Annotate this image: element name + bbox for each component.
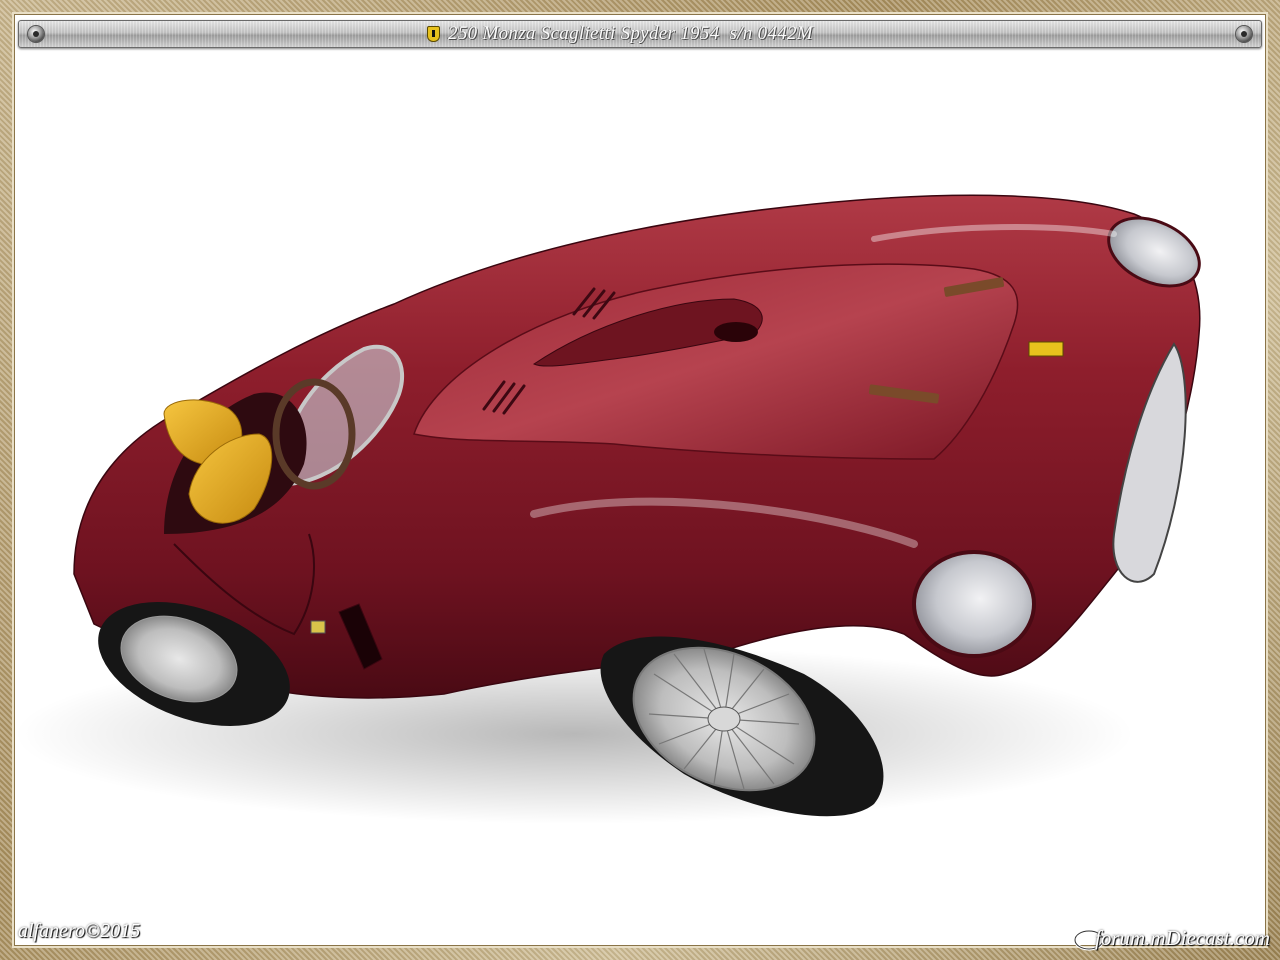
photo-title: 250 Monza Scaglietti Spyder 1954 s/n 044… xyxy=(448,23,813,44)
title-bar: 250 Monza Scaglietti Spyder 1954 s/n 044… xyxy=(18,20,1262,48)
photographer-signature: alfanero©2015 xyxy=(18,920,141,942)
prancing-horse-shield-icon xyxy=(427,26,441,42)
car-photo xyxy=(14,194,1201,824)
watermark-text: forum.mDiecast.com xyxy=(1095,925,1270,950)
site-watermark: forum.mDiecast.com xyxy=(1073,924,1270,952)
